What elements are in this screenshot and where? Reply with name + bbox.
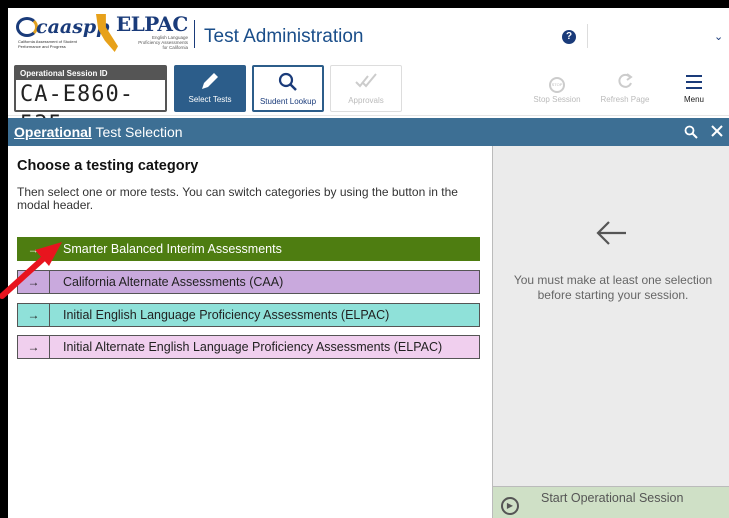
category-heading: Choose a testing category bbox=[17, 158, 199, 174]
category-sbac-interim[interactable]: → Smarter Balanced Interim Assessments bbox=[17, 237, 480, 261]
stop-icon: STOP bbox=[526, 65, 588, 95]
session-id-box: Operational Session ID CA-E860-535 bbox=[14, 65, 167, 137]
category-description: Then select one or more tests. You can s… bbox=[17, 185, 458, 212]
student-lookup-button[interactable]: Student Lookup bbox=[252, 65, 324, 112]
search-icon bbox=[254, 67, 322, 97]
search-icon[interactable] bbox=[684, 118, 698, 146]
app-header: caaspp California Assessment of Student … bbox=[8, 8, 729, 58]
elpac-logo-subtitle: English Language Proficiency Assessments… bbox=[138, 35, 188, 50]
start-session-label: Start Operational Session bbox=[541, 491, 684, 505]
chevron-down-icon[interactable]: ⌄ bbox=[714, 30, 723, 43]
arrow-right-icon: → bbox=[18, 238, 50, 260]
title-divider bbox=[194, 20, 195, 48]
app-frame: caaspp California Assessment of Student … bbox=[8, 8, 729, 518]
session-id-label: Operational Session ID bbox=[16, 67, 165, 80]
mode-label: Operational bbox=[14, 124, 92, 140]
stop-session-button[interactable]: STOP Stop Session bbox=[526, 65, 588, 112]
menu-label: Menu bbox=[683, 95, 704, 104]
header-divider bbox=[587, 24, 588, 48]
select-tests-button[interactable]: Select Tests bbox=[174, 65, 246, 112]
pencil-icon bbox=[174, 65, 246, 95]
caaspp-logo-subtitle: California Assessment of Student Perform… bbox=[18, 39, 77, 49]
approvals-label: Approvals bbox=[348, 96, 384, 105]
arrow-right-icon: → bbox=[18, 304, 50, 326]
california-state-icon bbox=[96, 14, 118, 52]
elpac-logo: ELPAC English Language Proficiency Asses… bbox=[94, 10, 190, 54]
caaspp-logo: caaspp California Assessment of Student … bbox=[14, 14, 109, 52]
refresh-page-button[interactable]: Refresh Page bbox=[594, 65, 656, 112]
elpac-logo-text: ELPAC bbox=[116, 12, 188, 36]
play-icon: ▶ bbox=[501, 497, 519, 515]
category-initial-alt-elpac[interactable]: → Initial Alternate English Language Pro… bbox=[17, 335, 480, 359]
section-title: Test Selection bbox=[95, 124, 183, 140]
double-check-icon bbox=[331, 66, 401, 96]
close-icon[interactable] bbox=[711, 118, 723, 146]
page-title: Test Administration bbox=[204, 26, 364, 47]
start-session-button[interactable]: ▶ Start Operational Session bbox=[493, 486, 729, 518]
selection-hint: You must make at least one selection bef… bbox=[513, 273, 713, 302]
arrow-right-icon: → bbox=[18, 271, 50, 293]
category-label: Initial Alternate English Language Profi… bbox=[63, 340, 443, 354]
category-label: Initial English Language Proficiency Ass… bbox=[63, 308, 390, 322]
menu-button[interactable]: Menu bbox=[664, 65, 724, 112]
category-label: Smarter Balanced Interim Assessments bbox=[63, 242, 282, 256]
section-bar: Operational Test Selection bbox=[8, 118, 729, 146]
stop-session-label: Stop Session bbox=[533, 95, 581, 104]
stop-icon-text: STOP bbox=[549, 77, 565, 93]
toolbar: Operational Session ID CA-E860-535 Selec… bbox=[8, 58, 729, 137]
caaspp-swirl-icon bbox=[16, 17, 38, 37]
arrow-right-icon: → bbox=[18, 336, 50, 358]
hamburger-icon bbox=[664, 65, 724, 95]
student-lookup-label: Student Lookup bbox=[259, 97, 317, 106]
help-icon[interactable]: ? bbox=[562, 30, 576, 44]
selection-summary-panel: You must make at least one selection bef… bbox=[492, 146, 729, 518]
select-tests-label: Select Tests bbox=[188, 95, 232, 104]
category-panel: Choose a testing category Then select on… bbox=[8, 146, 492, 518]
approvals-button[interactable]: Approvals bbox=[330, 65, 402, 112]
refresh-icon bbox=[594, 65, 656, 95]
refresh-page-label: Refresh Page bbox=[600, 95, 650, 104]
category-initial-elpac[interactable]: → Initial English Language Proficiency A… bbox=[17, 303, 480, 327]
category-caa[interactable]: → California Alternate Assessments (CAA) bbox=[17, 270, 480, 294]
arrow-left-icon bbox=[493, 216, 729, 255]
category-label: California Alternate Assessments (CAA) bbox=[63, 275, 284, 289]
